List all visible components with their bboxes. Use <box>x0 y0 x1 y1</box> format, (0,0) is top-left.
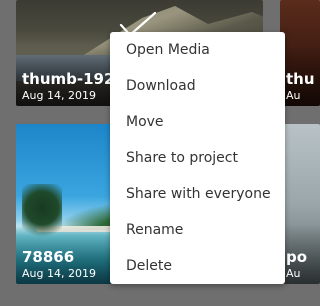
menu-item-rename[interactable]: Rename <box>110 212 285 248</box>
card-title: 78866 <box>22 248 75 266</box>
menu-item-open-media[interactable]: Open Media <box>110 32 285 68</box>
card-date: Au <box>286 89 301 102</box>
card-date: Au <box>286 267 301 280</box>
context-menu: Open Media Download Move Share to projec… <box>110 32 285 284</box>
card-title: thu <box>286 70 315 88</box>
menu-item-download[interactable]: Download <box>110 68 285 104</box>
menu-item-delete[interactable]: Delete <box>110 248 285 284</box>
menu-item-move[interactable]: Move <box>110 104 285 140</box>
card-date: Aug 14, 2019 <box>22 89 96 102</box>
media-card-partial[interactable]: po Au <box>280 124 320 284</box>
media-card-partial[interactable]: thu Au <box>280 0 320 106</box>
card-title: po <box>286 248 308 266</box>
menu-item-share-to-project[interactable]: Share to project <box>110 140 285 176</box>
card-date: Aug 14, 2019 <box>22 267 96 280</box>
menu-item-share-with-everyone[interactable]: Share with everyone <box>110 176 285 212</box>
